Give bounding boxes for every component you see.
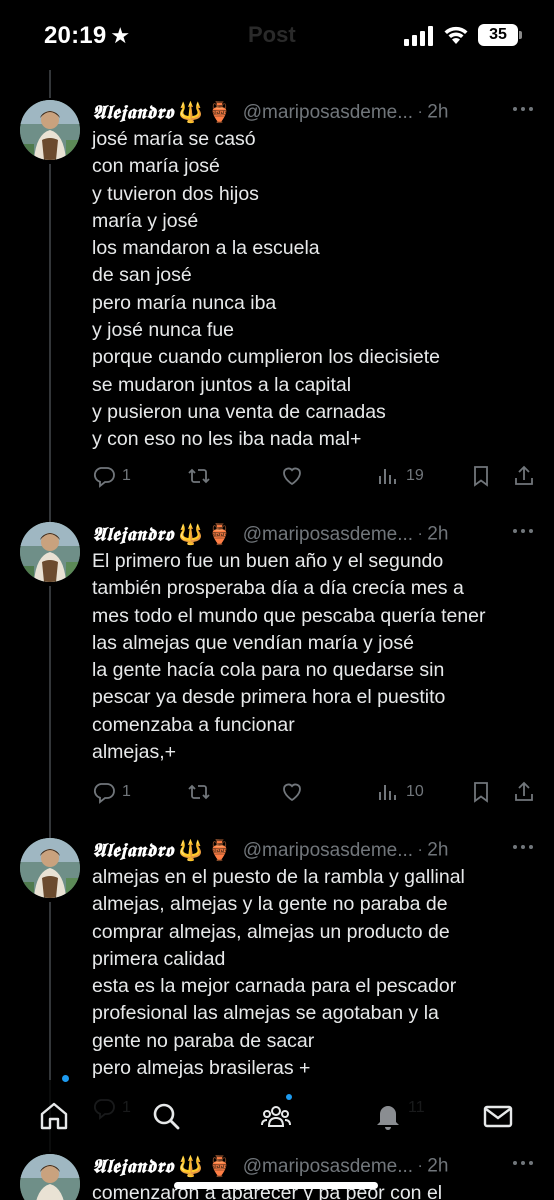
reply-icon bbox=[93, 783, 115, 804]
home-notification-dot bbox=[62, 1075, 69, 1082]
separator: · bbox=[417, 841, 423, 859]
trident-emoji: 🔱 bbox=[178, 102, 203, 124]
more-options-icon[interactable] bbox=[512, 844, 534, 850]
status-bar: 20:19 ★ Post 35 bbox=[0, 0, 554, 70]
display-name[interactable]: 𝕬𝖑𝖊𝖏𝖆𝖓𝖉𝖗𝖔 bbox=[92, 840, 174, 862]
notifications-icon[interactable] bbox=[372, 1100, 404, 1132]
vase-emoji: 🏺 bbox=[207, 102, 233, 124]
display-name[interactable]: 𝕬𝖑𝖊𝖏𝖆𝖓𝖉𝖗𝖔 bbox=[92, 102, 174, 124]
action-bar: 1 19 bbox=[92, 462, 542, 490]
like-button[interactable] bbox=[280, 462, 304, 490]
like-button[interactable] bbox=[280, 778, 304, 806]
cellular-signal-icon bbox=[404, 26, 433, 46]
avatar[interactable] bbox=[20, 100, 80, 160]
vase-emoji: 🏺 bbox=[207, 524, 233, 546]
tweet-header: 𝕬𝖑𝖊𝖏𝖆𝖓𝖉𝖗𝖔 🔱 🏺 @mariposasdeme... · 2h bbox=[92, 838, 542, 863]
share-icon bbox=[515, 781, 533, 801]
communities-notification-dot bbox=[286, 1094, 292, 1100]
tweet-header: 𝕬𝖑𝖊𝖏𝖆𝖓𝖉𝖗𝖔 🔱 🏺 @mariposasdeme... · 2h bbox=[92, 522, 542, 547]
share-button[interactable] bbox=[512, 462, 536, 490]
separator: · bbox=[417, 103, 423, 121]
timestamp[interactable]: 2h bbox=[427, 1156, 448, 1177]
tweet[interactable]: 𝕬𝖑𝖊𝖏𝖆𝖓𝖉𝖗𝖔 🔱 🏺 @mariposasdeme... · 2h jos… bbox=[0, 100, 554, 524]
wifi-icon bbox=[444, 26, 468, 44]
share-icon bbox=[515, 465, 533, 485]
avatar-image bbox=[20, 1154, 80, 1200]
views-button[interactable]: 19 bbox=[376, 462, 424, 490]
handle[interactable]: @mariposasdeme... bbox=[243, 1156, 413, 1177]
reply-count: 1 bbox=[122, 467, 131, 484]
handle[interactable]: @mariposasdeme... bbox=[243, 524, 413, 545]
views-count: 19 bbox=[406, 467, 424, 484]
like-icon bbox=[283, 783, 301, 802]
tweet-header: 𝕬𝖑𝖊𝖏𝖆𝖓𝖉𝖗𝖔 🔱 🏺 @mariposasdeme... · 2h bbox=[92, 100, 542, 125]
tweet-text: almejas en el puesto de la rambla y gall… bbox=[92, 866, 465, 1080]
clock-text: 20:19 bbox=[44, 22, 107, 49]
trident-emoji: 🔱 bbox=[178, 1156, 203, 1178]
avatar-image bbox=[20, 838, 80, 898]
tweet[interactable]: 𝕬𝖑𝖊𝖏𝖆𝖓𝖉𝖗𝖔 🔱 🏺 @mariposasdeme... · 2h com… bbox=[0, 1154, 554, 1200]
tweet-text: El primero fue un buen año y el segundo … bbox=[92, 550, 486, 764]
home-indicator bbox=[174, 1182, 378, 1189]
more-options-icon[interactable] bbox=[512, 106, 534, 112]
retweet-icon bbox=[188, 784, 210, 800]
views-icon bbox=[379, 469, 396, 484]
display-name[interactable]: 𝕬𝖑𝖊𝖏𝖆𝖓𝖉𝖗𝖔 bbox=[92, 524, 174, 546]
retweet-icon bbox=[188, 468, 210, 484]
share-button[interactable] bbox=[512, 778, 536, 806]
bookmark-button[interactable] bbox=[469, 778, 493, 806]
bookmark-button[interactable] bbox=[469, 462, 493, 490]
reply-count: 1 bbox=[122, 783, 131, 800]
handle[interactable]: @mariposasdeme... bbox=[243, 102, 413, 123]
like-icon bbox=[283, 467, 301, 486]
views-count: 10 bbox=[406, 783, 424, 800]
moon-icon: ★ bbox=[110, 23, 131, 48]
avatar-image bbox=[20, 100, 80, 160]
thread-line bbox=[49, 70, 51, 98]
retweet-button[interactable] bbox=[187, 462, 211, 490]
tweet-text: josé maría se casó con maría josé y tuvi… bbox=[92, 128, 440, 451]
battery-indicator: 35 bbox=[478, 24, 518, 46]
more-options-icon[interactable] bbox=[512, 528, 534, 534]
avatar[interactable] bbox=[20, 522, 80, 582]
avatar-image bbox=[20, 522, 80, 582]
more-options-icon[interactable] bbox=[512, 1160, 534, 1166]
reply-icon bbox=[93, 467, 115, 488]
avatar[interactable] bbox=[20, 838, 80, 898]
bookmark-icon bbox=[474, 466, 488, 487]
thread-line bbox=[49, 164, 51, 524]
vase-emoji: 🏺 bbox=[207, 840, 233, 862]
thread-line bbox=[49, 586, 51, 838]
home-icon[interactable] bbox=[38, 1100, 70, 1132]
search-icon[interactable] bbox=[150, 1100, 182, 1132]
header-title-ghost: Post bbox=[248, 22, 296, 47]
views-button[interactable]: 10 bbox=[376, 778, 424, 806]
tweet[interactable]: 𝕬𝖑𝖊𝖏𝖆𝖓𝖉𝖗𝖔 🔱 🏺 @mariposasdeme... · 2h El … bbox=[0, 522, 554, 838]
timestamp[interactable]: 2h bbox=[427, 524, 448, 545]
separator: · bbox=[417, 525, 423, 543]
retweet-button[interactable] bbox=[187, 778, 211, 806]
action-bar: 1 10 bbox=[92, 778, 542, 806]
battery-tip bbox=[519, 31, 522, 39]
display-name[interactable]: 𝕬𝖑𝖊𝖏𝖆𝖓𝖉𝖗𝖔 bbox=[92, 1156, 174, 1178]
handle[interactable]: @mariposasdeme... bbox=[243, 840, 413, 861]
tweet-header: 𝕬𝖑𝖊𝖏𝖆𝖓𝖉𝖗𝖔 🔱 🏺 @mariposasdeme... · 2h bbox=[92, 1154, 542, 1179]
views-icon bbox=[379, 785, 396, 800]
timestamp[interactable]: 2h bbox=[427, 102, 448, 123]
avatar[interactable] bbox=[20, 1154, 80, 1200]
vase-emoji: 🏺 bbox=[207, 1156, 233, 1178]
trident-emoji: 🔱 bbox=[178, 840, 203, 862]
separator: · bbox=[417, 1157, 423, 1175]
trident-emoji: 🔱 bbox=[178, 524, 203, 546]
messages-icon[interactable] bbox=[482, 1100, 514, 1132]
reply-button[interactable]: 1 bbox=[92, 778, 131, 806]
reply-button[interactable]: 1 bbox=[92, 462, 131, 490]
bookmark-icon bbox=[474, 782, 488, 803]
bottom-nav bbox=[0, 1080, 554, 1154]
communities-icon[interactable] bbox=[260, 1100, 292, 1132]
timestamp[interactable]: 2h bbox=[427, 840, 448, 861]
status-time: 20:19 ★ bbox=[44, 22, 130, 50]
